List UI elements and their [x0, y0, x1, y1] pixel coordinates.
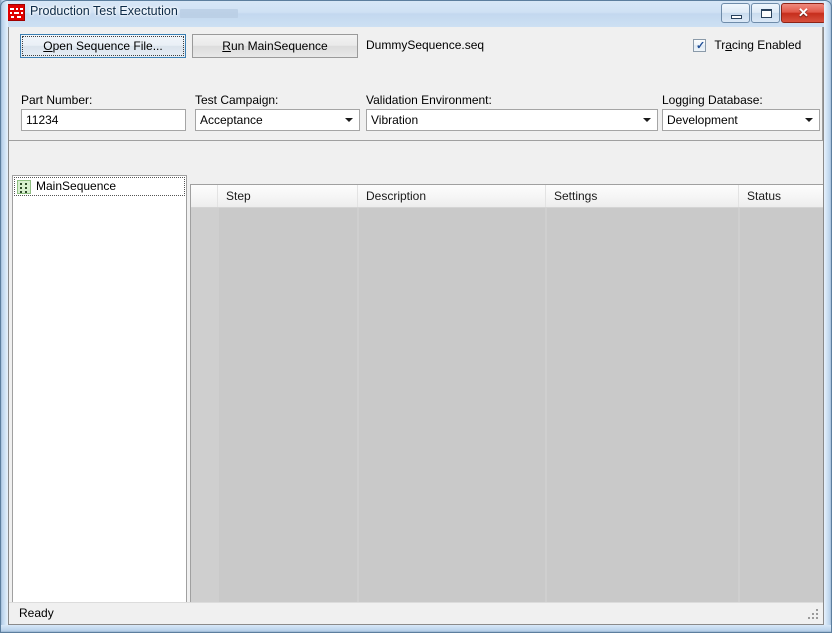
tracing-enabled-checkbox[interactable]: ✓ Tracing Enabled	[693, 38, 801, 54]
app-icon-mark	[14, 12, 19, 14]
title-bar[interactable]: Production Test Exectution ✕	[0, 0, 832, 27]
logging-database-value: Development	[667, 113, 738, 127]
sequence-filename-label: DummySequence.seq	[366, 38, 485, 52]
validation-environment-label: Validation Environment:	[366, 93, 492, 107]
application-window: Production Test Exectution ✕ Open Sequen…	[0, 0, 832, 633]
logging-database-combobox[interactable]: Development	[662, 109, 820, 131]
settings-panel: Open Sequence File... Run MainSequence D…	[9, 27, 823, 141]
maximize-icon	[761, 9, 772, 18]
app-icon-mark	[20, 8, 23, 10]
column-header-status[interactable]: Status	[739, 185, 823, 207]
sequence-icon-dot	[20, 187, 22, 189]
validation-environment-combobox[interactable]: Vibration	[366, 109, 658, 131]
part-number-input[interactable]	[21, 109, 186, 131]
minimize-button[interactable]	[721, 3, 750, 23]
run-mainsequence-label: Run MainSequence	[222, 39, 328, 53]
column-band	[359, 208, 545, 624]
sequence-icon	[17, 180, 31, 194]
sequence-icon-dot	[25, 187, 27, 189]
app-icon-mark	[11, 16, 14, 18]
client-area: Open Sequence File... Run MainSequence D…	[8, 27, 824, 625]
validation-environment-value: Vibration	[371, 113, 419, 127]
checkbox-box: ✓	[693, 39, 706, 52]
grip-dot	[816, 609, 818, 611]
test-campaign-combobox[interactable]: Acceptance	[195, 109, 360, 131]
sequence-tree-panel[interactable]: MainSequence	[12, 175, 187, 624]
column-band	[547, 208, 738, 624]
column-band	[740, 208, 823, 624]
window-border-right	[824, 0, 832, 633]
tree-item-mainsequence[interactable]: MainSequence	[14, 177, 185, 196]
part-number-label: Part Number:	[21, 93, 93, 107]
app-icon[interactable]	[7, 4, 25, 21]
app-icon-mark	[17, 16, 21, 18]
tree-item-label: MainSequence	[36, 179, 117, 193]
grip-dot	[812, 617, 814, 619]
app-icon-mark	[10, 12, 12, 14]
open-sequence-file-label: Open Sequence File...	[43, 39, 163, 53]
window-title: Production Test Exectution	[30, 4, 178, 18]
title-watermark	[180, 9, 238, 18]
close-button[interactable]: ✕	[781, 3, 826, 23]
grip-dot	[816, 617, 818, 619]
sequence-icon-dot	[25, 183, 27, 185]
run-mainsequence-button[interactable]: Run MainSequence	[192, 34, 358, 58]
open-sequence-file-button[interactable]: Open Sequence File...	[20, 34, 186, 58]
window-border-bottom	[0, 625, 832, 633]
sequence-icon-dot	[25, 191, 27, 193]
chevron-down-icon	[805, 118, 813, 122]
chevron-down-icon	[643, 118, 651, 122]
status-text: Ready	[19, 606, 54, 620]
column-band	[219, 208, 357, 624]
column-header-index[interactable]	[191, 185, 218, 207]
resize-grip-icon[interactable]	[807, 609, 820, 622]
grip-dot	[812, 613, 814, 615]
test-campaign-label: Test Campaign:	[195, 93, 279, 107]
sequence-icon-dot	[20, 191, 22, 193]
step-list-header: Step Description Settings Status	[191, 185, 823, 208]
maximize-button[interactable]	[751, 3, 780, 23]
step-list-body[interactable]	[191, 208, 823, 624]
grip-dot	[808, 617, 810, 619]
tracing-enabled-label: Tracing Enabled	[714, 38, 802, 52]
app-icon-mark	[10, 8, 14, 10]
app-icon-mark	[21, 12, 23, 14]
chevron-down-icon	[345, 118, 353, 122]
column-header-step[interactable]: Step	[218, 185, 358, 207]
column-header-settings[interactable]: Settings	[546, 185, 739, 207]
close-icon: ✕	[798, 5, 809, 20]
logging-database-label: Logging Database:	[662, 93, 763, 107]
grip-dot	[816, 613, 818, 615]
sequence-icon-dot	[20, 183, 22, 185]
test-campaign-value: Acceptance	[200, 113, 263, 127]
step-list-panel[interactable]: Step Description Settings Status	[190, 184, 823, 624]
window-border-left	[0, 0, 8, 633]
minimize-icon	[731, 15, 742, 19]
column-header-description[interactable]: Description	[358, 185, 546, 207]
status-bar: Ready	[9, 602, 823, 624]
check-icon: ✓	[696, 40, 706, 52]
app-icon-mark	[16, 8, 18, 10]
